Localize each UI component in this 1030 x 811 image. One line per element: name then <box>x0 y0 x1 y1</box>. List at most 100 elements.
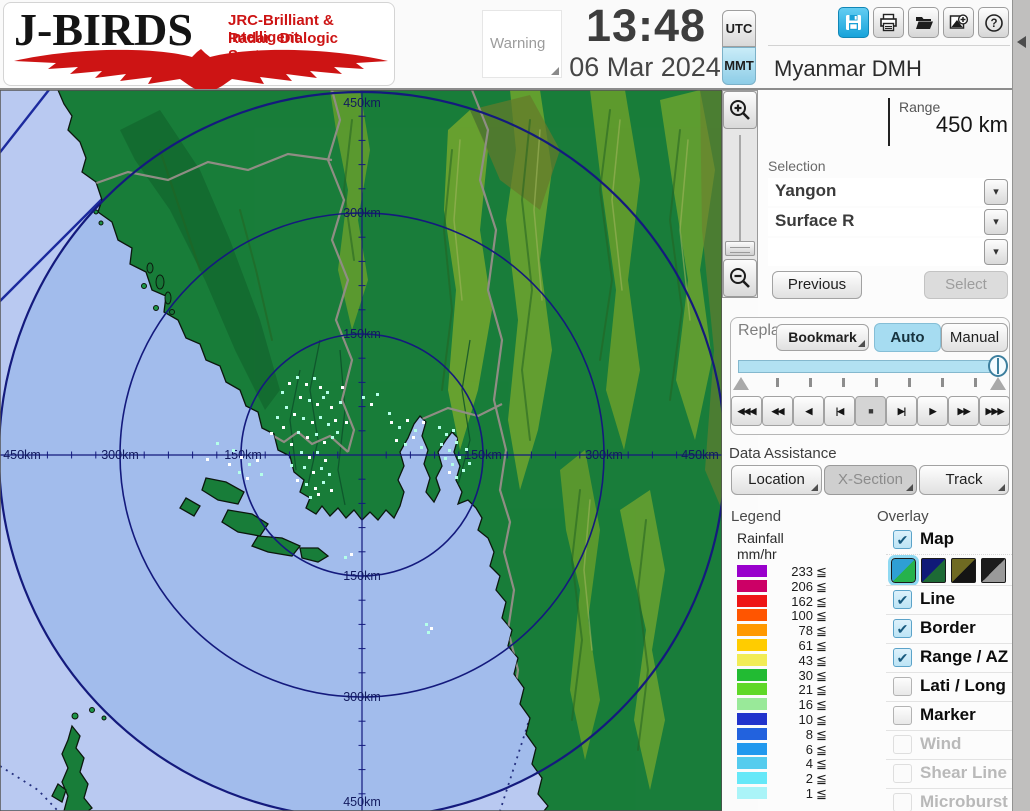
replay-end-marker-icon[interactable] <box>990 377 1006 390</box>
select-button[interactable]: Select <box>924 271 1008 299</box>
radar-map[interactable]: 450km 300km 150km 150km 300km 450km 450k… <box>0 90 722 811</box>
map-style-olive-black[interactable] <box>951 558 976 583</box>
replay-progress-bar[interactable] <box>738 360 999 373</box>
bookmark-button[interactable]: Bookmark <box>776 324 869 351</box>
panel-collapse-strip[interactable] <box>1012 0 1030 811</box>
stop-button[interactable]: ■ <box>855 396 886 426</box>
lati-long-checkbox[interactable] <box>893 677 912 696</box>
svg-text:?: ? <box>990 18 997 30</box>
replay-slider-handle[interactable] <box>988 355 1008 377</box>
site-dropdown-arrow-icon[interactable]: ▾ <box>984 179 1008 205</box>
print-button[interactable] <box>873 7 904 38</box>
station-title: Myanmar DMH <box>774 56 922 82</box>
overlay-item-line[interactable]: ✔ Line <box>886 585 1012 614</box>
legend-unit-mmhr: mm/hr <box>737 546 777 562</box>
range-az-checkbox[interactable]: ✔ <box>893 648 912 667</box>
overlay-item-range-az[interactable]: ✔ Range / AZ <box>886 643 1012 672</box>
overlay-list: ✔ Map ✔ Line ✔ Border ✔ Range / AZ Lati … <box>886 526 1012 811</box>
location-button[interactable]: Location <box>731 465 822 495</box>
svg-text:300km: 300km <box>343 206 381 220</box>
legend-color-swatch <box>737 595 767 607</box>
overlay-item-lati-long[interactable]: Lati / Long <box>886 672 1012 701</box>
xsection-button[interactable]: X-Section <box>824 465 917 495</box>
map-zoom-control <box>722 90 758 298</box>
legend-color-swatch <box>737 669 767 681</box>
timezone-utc-button[interactable]: UTC <box>722 10 756 47</box>
playback-controls: ◀◀◀ ◀◀ ◀ |◀ ■ ▶| ▶ ▶▶ ▶▶▶ <box>731 396 1010 426</box>
svg-text:300km: 300km <box>585 448 623 462</box>
play-reverse-button[interactable]: ◀ <box>793 396 824 426</box>
zoom-slider-handle[interactable] <box>725 241 755 256</box>
app-logo: J-BIRDS JRC-Brilliant & Intelligent Rada… <box>3 2 395 86</box>
open-folder-icon <box>914 13 934 32</box>
map-style-black-gray[interactable] <box>981 558 1006 583</box>
fast-forward-button[interactable]: ▶▶ <box>948 396 979 426</box>
legend-scale: 233≦ 206≦ 162≦ 100≦ 78≦ 61≦ 43≦ 30≦ 21≦ … <box>737 564 837 801</box>
border-checkbox[interactable]: ✔ <box>893 619 912 638</box>
svg-text:300km: 300km <box>343 690 381 704</box>
eagle-logo-icon <box>10 45 392 89</box>
replay-start-marker-icon[interactable] <box>733 377 749 390</box>
legend-row: 8≦ <box>737 727 837 742</box>
auto-mode-button[interactable]: Auto <box>874 323 941 352</box>
map-checkbox[interactable]: ✔ <box>893 530 912 549</box>
open-folder-button[interactable] <box>908 7 939 38</box>
legend-color-swatch <box>737 654 767 666</box>
svg-text:450km: 450km <box>343 96 381 110</box>
overlay-item-shear-line: Shear Line <box>886 759 1012 788</box>
legend-color-swatch <box>737 580 767 592</box>
site-dropdown[interactable]: Yangon ▾ <box>768 178 1010 206</box>
map-style-navy-green[interactable] <box>921 558 946 583</box>
product-dropdown-arrow-icon[interactable]: ▾ <box>984 209 1008 235</box>
print-icon <box>879 13 898 32</box>
add-image-button[interactable] <box>943 7 974 38</box>
previous-button[interactable]: Previous <box>772 271 862 299</box>
svg-text:450km: 450km <box>3 448 41 462</box>
marker-checkbox[interactable] <box>893 706 912 725</box>
overlay-item-marker[interactable]: Marker <box>886 701 1012 730</box>
legend-row: 233≦ <box>737 564 837 579</box>
zoom-in-button[interactable] <box>723 91 757 129</box>
option-dropdown-arrow-icon[interactable]: ▾ <box>984 239 1008 265</box>
legend-color-swatch <box>737 639 767 651</box>
step-forward-button[interactable]: ▶| <box>886 396 917 426</box>
site-dropdown-value: Yangon <box>775 181 836 201</box>
zoom-slider-track[interactable] <box>739 135 741 253</box>
clock-time: 13:48 <box>572 0 720 52</box>
track-button[interactable]: Track <box>919 465 1009 495</box>
legend-row: 78≦ <box>737 623 837 638</box>
legend-row: 61≦ <box>737 638 837 653</box>
map-style-blue-green[interactable] <box>891 558 916 583</box>
overlay-label: Overlay <box>877 508 929 525</box>
fast-rewind-button[interactable]: ◀◀ <box>762 396 793 426</box>
map-style-row <box>886 554 1012 585</box>
option-dropdown[interactable]: ▾ <box>768 238 1010 266</box>
overlay-item-border[interactable]: ✔ Border <box>886 614 1012 643</box>
timezone-mmt-button[interactable]: MMT <box>722 47 756 85</box>
product-dropdown[interactable]: Surface R ▾ <box>768 208 1010 236</box>
fastest-rewind-button[interactable]: ◀◀◀ <box>731 396 762 426</box>
legend-row: 100≦ <box>737 608 837 623</box>
help-button[interactable]: ? <box>978 7 1009 38</box>
manual-mode-button[interactable]: Manual <box>941 323 1008 352</box>
legend-row: 206≦ <box>737 579 837 594</box>
overlay-item-microburst: Microburst <box>886 788 1012 811</box>
svg-text:300km: 300km <box>101 448 139 462</box>
save-button[interactable] <box>838 7 869 38</box>
svg-text:150km: 150km <box>343 569 381 583</box>
warning-button[interactable]: Warning <box>482 10 562 78</box>
fastest-forward-button[interactable]: ▶▶▶ <box>979 396 1010 426</box>
step-backward-button[interactable]: |◀ <box>824 396 855 426</box>
microburst-checkbox <box>893 793 912 811</box>
legend-row: 2≦ <box>737 771 837 786</box>
legend-row: 4≦ <box>737 756 837 771</box>
play-button[interactable]: ▶ <box>917 396 948 426</box>
legend-row: 162≦ <box>737 594 837 609</box>
zoom-out-button[interactable] <box>723 259 757 297</box>
overlay-item-wind: Wind <box>886 730 1012 759</box>
overlay-item-map[interactable]: ✔ Map <box>886 526 1012 554</box>
collapse-arrow-icon <box>1017 36 1026 48</box>
svg-text:450km: 450km <box>681 448 719 462</box>
legend-row: 1≦ <box>737 786 837 801</box>
line-checkbox[interactable]: ✔ <box>893 590 912 609</box>
